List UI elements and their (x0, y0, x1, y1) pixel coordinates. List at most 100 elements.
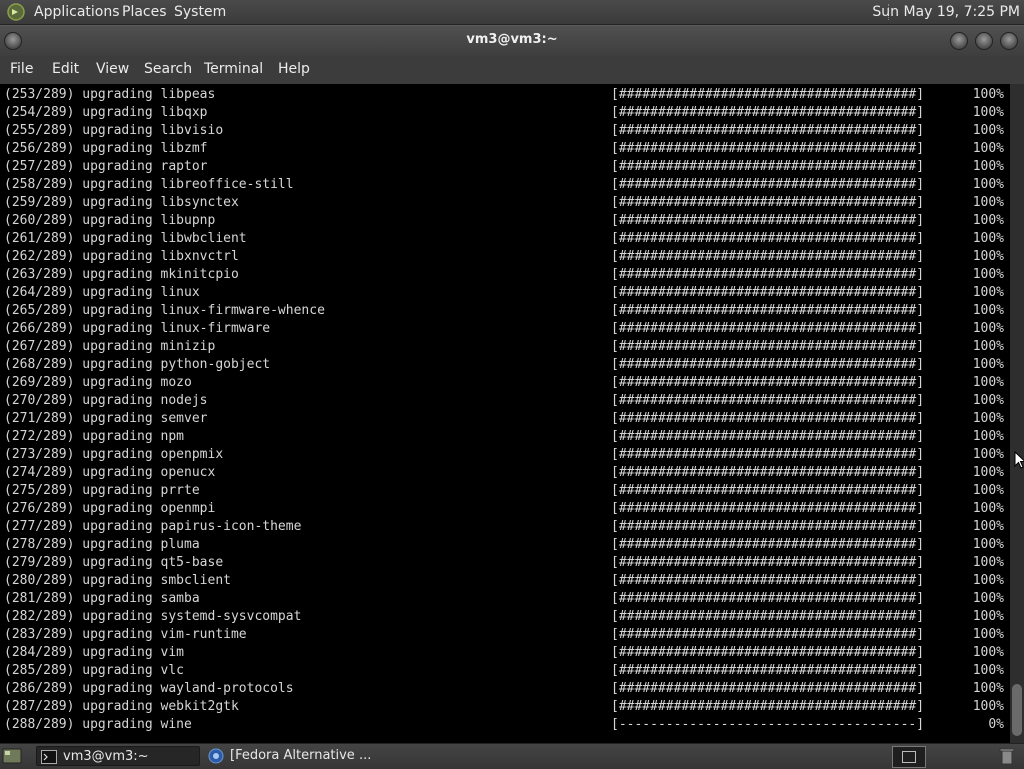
terminal-line: (273/289) upgrading openpmix [###########… (4, 446, 1008, 464)
progress-bar-text: [######################################] (611, 195, 925, 210)
progress-bar-text: [######################################] (611, 555, 925, 570)
package-status: (282/289) upgrading systemd-sysvcompat (4, 609, 302, 624)
package-status: (263/289) upgrading mkinitcpio (4, 267, 239, 282)
taskbar-item-label: vm3@vm3:~ (63, 749, 149, 764)
progress-bar-text: [######################################] (611, 681, 925, 696)
terminal-line: (258/289) upgrading libreoffice-still [##… (4, 176, 1008, 194)
applications-menu[interactable]: Applications (34, 3, 120, 21)
menu-help[interactable]: Help (278, 61, 310, 77)
package-status: (271/289) upgrading semver (4, 411, 208, 426)
progress-bar-text: [######################################] (611, 591, 925, 606)
progress-bar-text: [######################################] (611, 465, 925, 480)
progress-percent: 100% (972, 573, 1004, 588)
progress-bar-text: [######################################] (611, 159, 925, 174)
progress-bar-text: [--------------------------------------] (611, 717, 925, 732)
show-desktop-icon[interactable] (2, 747, 22, 765)
package-status: (267/289) upgrading minizip (4, 339, 216, 354)
places-menu[interactable]: Places (122, 3, 167, 21)
taskbar-item-terminal[interactable]: vm3@vm3:~ (36, 746, 200, 766)
bottom-panel: vm3@vm3:~ [Fedora Alternative ... (0, 743, 1024, 769)
package-status: (285/289) upgrading vlc (4, 663, 185, 678)
minimize-button[interactable] (950, 32, 968, 50)
progress-percent: 100% (972, 681, 1004, 696)
workspace-thumbnail (902, 751, 916, 763)
terminal-line: (269/289) upgrading mozo [###############… (4, 374, 1008, 392)
progress-percent: 100% (972, 303, 1004, 318)
menu-view[interactable]: View (96, 61, 129, 77)
progress-percent: 100% (972, 483, 1004, 498)
terminal-icon (41, 750, 57, 764)
progress-bar-text: [######################################] (611, 429, 925, 444)
top-panel: Applications Places System Sun May 19, 7… (0, 0, 1024, 25)
package-status: (273/289) upgrading openpmix (4, 447, 224, 462)
terminal-window: vm3@vm3:~ File Edit View Search Terminal… (0, 25, 1024, 743)
package-status: (259/289) upgrading libsynctex (4, 195, 239, 210)
progress-percent: 100% (972, 411, 1004, 426)
package-status: (276/289) upgrading openmpi (4, 501, 216, 516)
progress-percent: 100% (972, 105, 1004, 120)
titlebar[interactable]: vm3@vm3:~ (0, 25, 1024, 56)
clock[interactable]: Sun May 19, 7:25 PM (872, 3, 1020, 21)
progress-percent: 100% (972, 537, 1004, 552)
menu-terminal[interactable]: Terminal (204, 61, 263, 77)
package-status: (255/289) upgrading libvisio (4, 123, 224, 138)
progress-percent: 100% (972, 375, 1004, 390)
package-status: (283/289) upgrading vim-runtime (4, 627, 247, 642)
scrollbar-thumb[interactable] (1012, 684, 1022, 736)
progress-percent: 100% (972, 177, 1004, 192)
terminal-line: (267/289) upgrading minizip [############… (4, 338, 1008, 356)
progress-bar-text: [######################################] (611, 357, 925, 372)
terminal-line: (253/289) upgrading libpeas [############… (4, 86, 1008, 104)
terminal-line: (274/289) upgrading openucx [############… (4, 464, 1008, 482)
progress-bar-text: [######################################] (611, 339, 925, 354)
progress-percent: 100% (972, 699, 1004, 714)
terminal-line: (284/289) upgrading vim [################… (4, 644, 1008, 662)
package-status: (277/289) upgrading papirus-icon-theme (4, 519, 302, 534)
terminal-line: (279/289) upgrading qt5-base [###########… (4, 554, 1008, 572)
system-menu[interactable]: System (174, 3, 226, 21)
package-status: (253/289) upgrading libpeas (4, 87, 216, 102)
progress-bar-text: [######################################] (611, 285, 925, 300)
maximize-button[interactable] (975, 32, 993, 50)
progress-percent: 100% (972, 159, 1004, 174)
terminal-line: (254/289) upgrading libqxp [#############… (4, 104, 1008, 122)
trash-icon[interactable] (997, 747, 1017, 765)
terminal-line: (262/289) upgrading libxnvctrl [#########… (4, 248, 1008, 266)
progress-percent: 100% (972, 501, 1004, 516)
progress-percent: 100% (972, 627, 1004, 642)
taskbar-item-browser[interactable]: [Fedora Alternative ... (204, 746, 374, 766)
progress-percent: 100% (972, 447, 1004, 462)
terminal-line: (266/289) upgrading linux-firmware [#####… (4, 320, 1008, 338)
package-status: (270/289) upgrading nodejs (4, 393, 208, 408)
package-status: (257/289) upgrading raptor (4, 159, 208, 174)
close-button[interactable] (1000, 32, 1018, 50)
taskbar-item-label: [Fedora Alternative ... (230, 748, 372, 763)
terminal-line: (277/289) upgrading papirus-icon-theme [#… (4, 518, 1008, 536)
mate-logo-icon[interactable] (6, 2, 26, 22)
scrollbar[interactable] (1010, 84, 1024, 743)
progress-bar-text: [######################################] (611, 321, 925, 336)
progress-bar-text: [######################################] (611, 519, 925, 534)
progress-bar-text: [######################################] (611, 123, 925, 138)
progress-percent: 100% (972, 87, 1004, 102)
menu-file[interactable]: File (10, 61, 33, 77)
package-status: (261/289) upgrading libwbclient (4, 231, 247, 246)
progress-percent: 100% (972, 645, 1004, 660)
progress-bar-text: [######################################] (611, 177, 925, 192)
progress-percent: 100% (972, 663, 1004, 678)
progress-percent: 100% (972, 321, 1004, 336)
menu-search[interactable]: Search (144, 61, 192, 77)
workspace-switcher[interactable] (892, 746, 926, 768)
package-status: (264/289) upgrading linux (4, 285, 200, 300)
package-status: (268/289) upgrading python-gobject (4, 357, 271, 372)
progress-percent: 100% (972, 195, 1004, 210)
terminal-line: (281/289) upgrading samba [##############… (4, 590, 1008, 608)
terminal-line: (265/289) upgrading linux-firmware-whenc… (4, 302, 1008, 320)
terminal-line: (263/289) upgrading mkinitcpio [#########… (4, 266, 1008, 284)
package-status: (260/289) upgrading libupnp (4, 213, 216, 228)
menu-edit[interactable]: Edit (52, 61, 79, 77)
terminal-output[interactable]: (253/289) upgrading libpeas [############… (0, 84, 1010, 743)
terminal-line: (259/289) upgrading libsynctex [#########… (4, 194, 1008, 212)
package-status: (266/289) upgrading linux-firmware (4, 321, 271, 336)
progress-percent: 100% (972, 555, 1004, 570)
